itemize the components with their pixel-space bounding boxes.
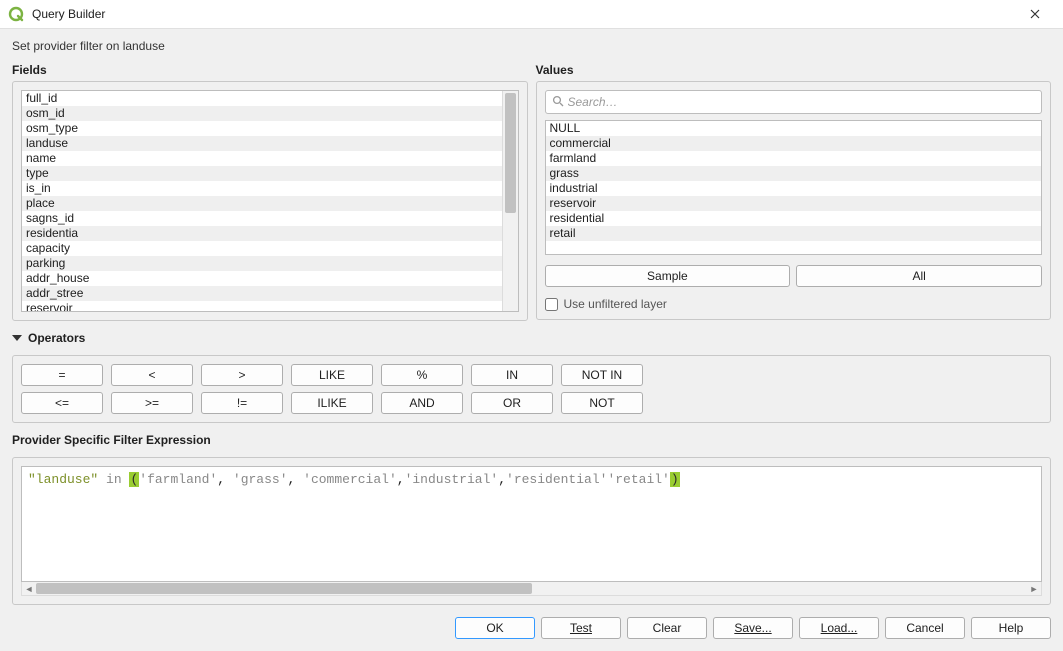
operators-group: = < > LIKE % IN NOT IN <= >= != ILIKE AN… <box>12 355 1051 423</box>
expression-group: "landuse" in ('farmland', 'grass', 'comm… <box>12 457 1051 605</box>
op-ilike[interactable]: ILIKE <box>291 392 373 414</box>
list-item[interactable]: place <box>22 196 502 211</box>
list-item[interactable]: type <box>22 166 502 181</box>
op-pct[interactable]: % <box>381 364 463 386</box>
op-notin[interactable]: NOT IN <box>561 364 643 386</box>
test-button[interactable]: Test <box>541 617 621 639</box>
list-item[interactable]: is_in <box>22 181 502 196</box>
search-input[interactable] <box>568 95 1036 109</box>
list-item[interactable]: addr_house <box>22 271 502 286</box>
list-item[interactable]: residentia <box>22 226 502 241</box>
operators-label: Operators <box>28 331 85 345</box>
fields-scrollbar[interactable] <box>502 91 518 311</box>
list-item[interactable]: residential <box>546 211 1042 226</box>
list-item[interactable]: osm_type <box>22 121 502 136</box>
help-button[interactable]: Help <box>971 617 1051 639</box>
op-or[interactable]: OR <box>471 392 553 414</box>
list-item[interactable]: retail <box>546 226 1042 241</box>
save-button[interactable]: Save... <box>713 617 793 639</box>
window-title: Query Builder <box>32 7 105 21</box>
clear-button[interactable]: Clear <box>627 617 707 639</box>
list-item[interactable]: parking <box>22 256 502 271</box>
op-eq[interactable]: = <box>21 364 103 386</box>
list-item[interactable]: farmland <box>546 151 1042 166</box>
values-label: Values <box>536 63 1052 77</box>
list-item[interactable]: landuse <box>22 136 502 151</box>
op-le[interactable]: <= <box>21 392 103 414</box>
search-wrap[interactable] <box>545 90 1043 114</box>
titlebar: Query Builder <box>0 0 1063 29</box>
subhead-label: Set provider filter on landuse <box>12 39 1051 53</box>
list-item[interactable]: reservoir <box>546 196 1042 211</box>
fields-label: Fields <box>12 63 528 77</box>
op-gt[interactable]: > <box>201 364 283 386</box>
values-list[interactable]: NULL commercial farmland grass industria… <box>545 120 1043 255</box>
search-icon <box>552 95 564 110</box>
list-item[interactable]: industrial <box>546 181 1042 196</box>
fields-list[interactable]: full_id osm_id osm_type landuse name typ… <box>21 90 519 312</box>
dialog-footer: OK Test Clear Save... Load... Cancel Hel… <box>12 617 1051 639</box>
list-item[interactable]: reservoir <box>22 301 502 311</box>
list-item[interactable]: full_id <box>22 91 502 106</box>
list-item[interactable]: osm_id <box>22 106 502 121</box>
token-string: 'retail' <box>607 472 669 487</box>
token-open-paren: ( <box>129 472 139 487</box>
list-item[interactable]: NULL <box>546 121 1042 136</box>
close-button[interactable] <box>1015 0 1055 28</box>
op-lt[interactable]: < <box>111 364 193 386</box>
list-item[interactable]: grass <box>546 166 1042 181</box>
token-string: 'grass' <box>233 472 288 487</box>
op-and[interactable]: AND <box>381 392 463 414</box>
list-item[interactable]: name <box>22 151 502 166</box>
scroll-right-icon[interactable]: ► <box>1027 582 1041 595</box>
op-ge[interactable]: >= <box>111 392 193 414</box>
token-field: "landuse" <box>28 472 98 487</box>
load-button[interactable]: Load... <box>799 617 879 639</box>
values-group: NULL commercial farmland grass industria… <box>536 81 1052 320</box>
scrollbar-thumb[interactable] <box>36 583 532 594</box>
operators-header[interactable]: Operators <box>12 331 1051 345</box>
list-item[interactable]: capacity <box>22 241 502 256</box>
expression-label: Provider Specific Filter Expression <box>12 433 1051 447</box>
all-button[interactable]: All <box>796 265 1042 287</box>
unfiltered-checkbox-wrap[interactable]: Use unfiltered layer <box>545 297 1043 311</box>
token-string: 'farmland' <box>139 472 217 487</box>
op-like[interactable]: LIKE <box>291 364 373 386</box>
ok-button[interactable]: OK <box>455 617 535 639</box>
expression-editor[interactable]: "landuse" in ('farmland', 'grass', 'comm… <box>21 466 1042 582</box>
qgis-icon <box>8 6 24 22</box>
token-string: 'industrial' <box>405 472 499 487</box>
unfiltered-checkbox[interactable] <box>545 298 558 311</box>
expression-hscrollbar[interactable]: ◄ ► <box>21 582 1042 596</box>
cancel-button[interactable]: Cancel <box>885 617 965 639</box>
op-not[interactable]: NOT <box>561 392 643 414</box>
op-ne[interactable]: != <box>201 392 283 414</box>
list-item <box>546 241 1042 255</box>
list-item[interactable]: addr_stree <box>22 286 502 301</box>
token-close-paren: ) <box>670 472 680 487</box>
scrollbar-thumb[interactable] <box>505 93 516 213</box>
unfiltered-checkbox-label: Use unfiltered layer <box>564 297 667 311</box>
token-keyword: in <box>106 472 122 487</box>
token-string: 'residential' <box>506 472 607 487</box>
sample-button[interactable]: Sample <box>545 265 791 287</box>
scroll-left-icon[interactable]: ◄ <box>22 582 36 595</box>
fields-group: full_id osm_id osm_type landuse name typ… <box>12 81 528 321</box>
op-in[interactable]: IN <box>471 364 553 386</box>
token-string: 'commercial' <box>303 472 397 487</box>
list-item[interactable]: commercial <box>546 136 1042 151</box>
chevron-down-icon <box>12 335 22 341</box>
list-item[interactable]: sagns_id <box>22 211 502 226</box>
